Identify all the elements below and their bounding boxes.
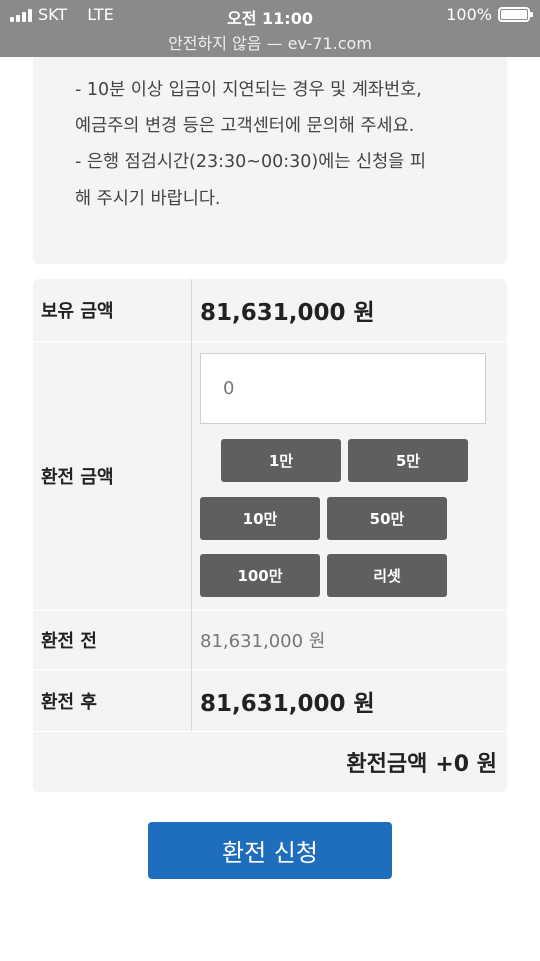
before-exchange-value: 81,631,000 원 (200, 631, 326, 652)
before-exchange-cell: 81,631,000 원 (192, 611, 507, 669)
battery-percent: 100% (446, 5, 492, 24)
exchange-amount-label: 환전 금액 (33, 342, 191, 610)
exchange-total: 환전금액 +0 원 (33, 732, 507, 792)
add-1m-button[interactable]: 100만 (200, 554, 320, 597)
notice-line: 해 주시기 바랍니다. (75, 189, 221, 209)
exchange-total-label: 환전금액 (346, 752, 428, 777)
after-exchange-label: 환전 후 (33, 670, 191, 731)
address-bar[interactable]: 안전하지 않음 — ev-71.com (0, 30, 540, 54)
reset-button[interactable]: 리셋 (327, 554, 447, 597)
after-exchange-cell: 81,631,000 원 (192, 670, 507, 731)
balance-value: 81,631,000 원 (200, 300, 375, 326)
before-exchange-label: 환전 전 (33, 611, 191, 669)
notice-line: - 은행 점검시간(23:30~00:30)에는 신청을 피 (75, 152, 426, 172)
status-bar: SKT LTE 오전 11:00 100% 안전하지 않음 — ev-71.co… (0, 0, 540, 57)
balance-label: 보유 금액 (33, 279, 191, 341)
exchange-total-value: +0 원 (435, 752, 497, 777)
add-50k-button[interactable]: 5만 (348, 439, 468, 482)
notice-line: 예금주의 변경 등은 고객센터에 문의해 주세요. (75, 116, 415, 136)
battery-info: 100% (446, 5, 533, 24)
add-10k-button[interactable]: 1만 (221, 439, 341, 482)
exchange-amount-input[interactable] (200, 353, 486, 424)
submit-exchange-button[interactable]: 환전 신청 (148, 822, 392, 879)
battery-icon (498, 7, 533, 22)
add-500k-button[interactable]: 50만 (327, 497, 447, 540)
notice-line: - 10분 이상 입금이 지연되는 경우 및 계좌번호, (75, 80, 422, 100)
balance-value-cell: 81,631,000 원 (192, 279, 507, 341)
add-100k-button[interactable]: 10만 (200, 497, 320, 540)
after-exchange-value: 81,631,000 원 (200, 690, 375, 717)
column-divider (191, 279, 192, 731)
notice-panel: - 10분 이상 입금이 지연되는 경우 및 계좌번호, 예금주의 변경 등은 … (33, 40, 507, 264)
